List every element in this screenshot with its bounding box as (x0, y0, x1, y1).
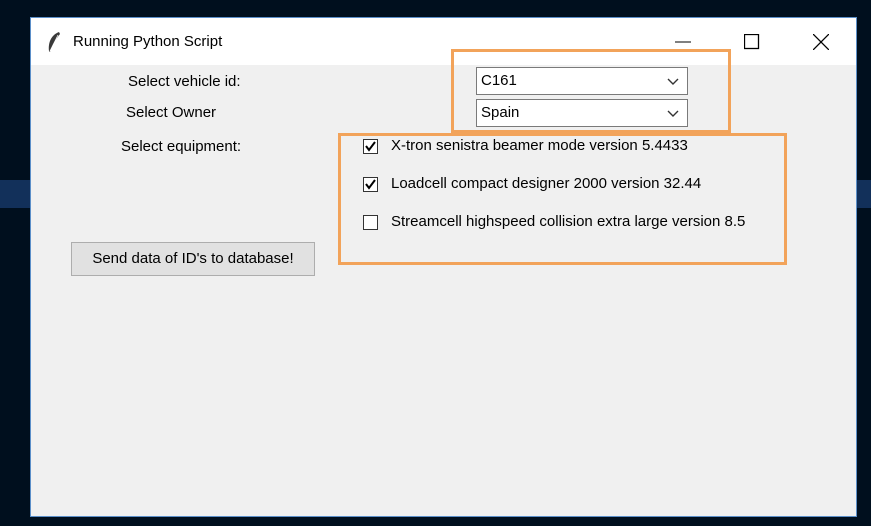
maximize-icon (744, 34, 760, 50)
vehicle-id-label: Select vehicle id: (128, 73, 241, 90)
send-to-database-button[interactable]: Send data of ID's to database! (71, 242, 315, 276)
minimize-icon (675, 41, 691, 43)
checkbox-unchecked[interactable] (363, 215, 378, 230)
checkbox-checked[interactable] (363, 177, 378, 192)
owner-value: Spain (481, 104, 520, 121)
equipment-label-2: Loadcell compact designer 2000 version 3… (391, 175, 702, 192)
owner-select[interactable]: Spain (476, 99, 688, 127)
title-bar[interactable]: Running Python Script (31, 18, 856, 65)
vehicle-id-value: C161 (481, 72, 517, 89)
checkbox-checked[interactable] (363, 139, 378, 154)
owner-label: Select Owner (126, 104, 217, 121)
app-window: Running Python Script Select vehicle id:… (30, 17, 857, 517)
minimize-button[interactable] (648, 18, 718, 65)
equipment-label: Select equipment: (121, 138, 242, 155)
maximize-button[interactable] (717, 18, 787, 65)
chevron-down-icon (667, 110, 679, 117)
equipment-label-3: Streamcell highspeed collision extra lar… (391, 213, 746, 230)
close-button[interactable] (786, 18, 856, 65)
vehicle-id-select[interactable]: C161 (476, 67, 688, 95)
checkmark-icon (365, 141, 376, 152)
window-title: Running Python Script (73, 33, 223, 50)
feather-icon (48, 32, 60, 52)
checkmark-icon (365, 179, 376, 190)
chevron-down-icon (667, 78, 679, 85)
equipment-label-1: X-tron senistra beamer mode version 5.44… (391, 137, 688, 154)
close-icon (813, 34, 829, 50)
